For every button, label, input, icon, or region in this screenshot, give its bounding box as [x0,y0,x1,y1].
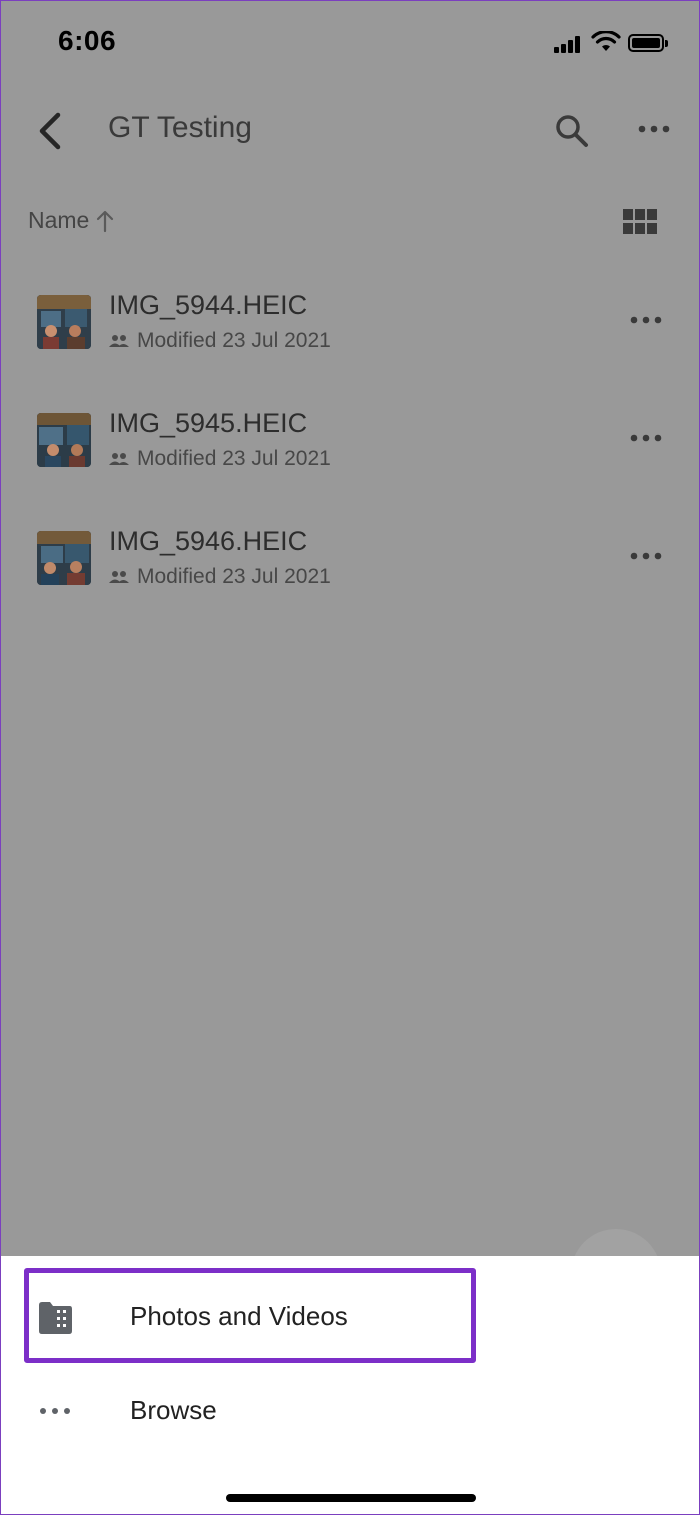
file-thumbnail [37,531,91,585]
arrow-up-icon [97,210,114,232]
file-row[interactable]: IMG_5946.HEIC Modified 23 Jul 2021 [1,526,699,631]
more-horizontal-icon [40,1408,70,1414]
screen: 6:06 GT Testing Name IMG_5944.HEIC Modif… [0,0,700,1515]
file-thumbnail [37,413,91,467]
file-row[interactable]: IMG_5945.HEIC Modified 23 Jul 2021 [1,408,699,513]
shared-people-icon [109,453,129,465]
folder-title: GT Testing [108,111,252,144]
file-modified: Modified 23 Jul 2021 [137,565,331,588]
back-icon[interactable] [31,109,71,153]
dimmed-file-list: 6:06 GT Testing Name IMG_5944.HEIC Modif… [1,1,699,1319]
file-name: IMG_5944.HEIC [109,290,308,320]
file-more-icon[interactable] [629,549,663,563]
status-time: 6:06 [58,25,117,56]
sort-by-name-button[interactable]: Name [28,207,115,234]
file-row[interactable]: IMG_5944.HEIC Modified 23 Jul 2021 [1,290,699,395]
cellular-signal-icon [554,35,582,53]
more-options-icon[interactable] [637,119,671,139]
option-label: Browse [130,1395,217,1425]
battery-icon [628,34,668,52]
sort-label: Name [28,207,90,233]
file-modified: Modified 23 Jul 2021 [137,329,331,352]
file-name: IMG_5946.HEIC [109,526,308,556]
shared-people-icon [109,571,129,583]
file-more-icon[interactable] [629,431,663,445]
file-modified: Modified 23 Jul 2021 [137,447,331,470]
shared-people-icon [109,335,129,347]
highlight-box [24,1268,476,1363]
search-icon[interactable] [554,113,590,149]
file-name: IMG_5945.HEIC [109,408,308,438]
grid-view-icon[interactable] [623,209,657,235]
file-thumbnail [37,295,91,349]
wifi-icon [591,31,621,51]
home-indicator[interactable] [226,1494,476,1502]
file-more-icon[interactable] [629,313,663,327]
